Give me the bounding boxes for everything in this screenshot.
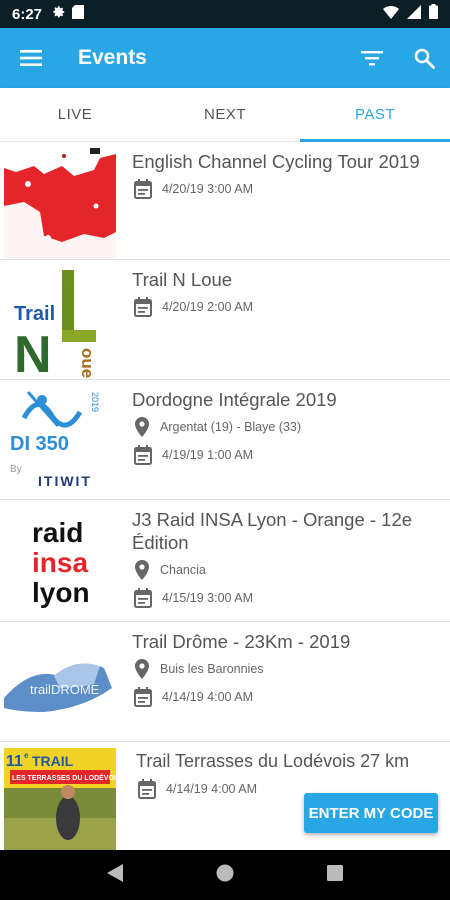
menu-button[interactable]	[0, 28, 62, 88]
enter-my-code-button[interactable]: ENTER MY CODE	[304, 793, 438, 833]
event-row-trail-drome[interactable]: trailDROME Trail Drôme - 23Km - 2019 Bui…	[0, 622, 450, 742]
logo-trail-text: Trail	[14, 303, 55, 325]
status-time: 6:27	[12, 5, 43, 23]
calendar-icon	[134, 297, 152, 317]
event-title: Trail Drôme - 23Km - 2019	[132, 631, 351, 652]
hamburger-menu-icon	[20, 50, 42, 66]
event-thumbnail-trail-n-loue: Trail N L oue	[4, 266, 116, 378]
logo-n-text: N	[14, 326, 52, 378]
logo-di350-text: DI 350	[10, 433, 69, 455]
event-thumbnail-raid-insa: raid insa lyon	[4, 506, 116, 618]
tab-live[interactable]: LIVE	[0, 88, 150, 141]
wifi-icon	[383, 5, 399, 24]
search-icon	[414, 48, 435, 69]
event-date: 4/14/19 4:00 AM	[162, 690, 254, 704]
logo-year-text: 2019	[90, 392, 100, 412]
event-title: Trail Terrasses du Lodévois 27 km	[136, 751, 410, 771]
tab-bar: LIVE NEXT PAST	[0, 88, 450, 142]
event-title: J3 Raid INSA Lyon - Orange - 12e Édition	[132, 509, 413, 553]
logo-by-text: By	[10, 464, 22, 475]
location-pin-icon	[135, 417, 149, 437]
logo-raid-text: raid	[32, 517, 83, 548]
event-thumbnail-dordogne: 2019 DI 350 By ITIWIT	[4, 386, 116, 498]
logo-banner-text: LES TERRASSES DU LODÉVOIS	[12, 773, 116, 782]
logo-sup-text: e	[24, 751, 29, 760]
signal-icon	[407, 4, 421, 24]
event-location: Buis les Baronnies	[160, 662, 264, 676]
calendar-icon	[134, 687, 152, 707]
app-bar: Events	[0, 28, 450, 88]
logo-insa-text: insa	[32, 547, 88, 578]
event-row-dordogne[interactable]: 2019 DI 350 By ITIWIT Dordogne Intégrale…	[0, 380, 450, 500]
home-icon[interactable]	[216, 864, 234, 887]
event-date: 4/19/19 1:00 AM	[162, 448, 254, 462]
logo-trail-text: TRAIL	[32, 753, 74, 769]
tab-past[interactable]: PAST	[300, 88, 450, 142]
recents-icon[interactable]	[327, 864, 344, 886]
status-bar: 6:27	[0, 0, 450, 28]
calendar-icon	[134, 179, 152, 199]
filter-icon	[361, 51, 383, 66]
event-title: English Channel Cycling Tour 2019	[132, 151, 420, 172]
sd-card-icon	[72, 4, 85, 24]
logo-oue-text: oue	[78, 348, 97, 378]
location-pin-icon	[135, 560, 149, 580]
event-date: 4/20/19 2:00 AM	[162, 300, 254, 314]
event-thumbnail-trail-terrasses: 11 e TRAIL LES TERRASSES DU LODÉVOIS	[4, 748, 116, 850]
event-date: 4/15/19 3:00 AM	[162, 591, 254, 605]
event-title: Dordogne Intégrale 2019	[132, 389, 337, 410]
system-nav-bar	[0, 850, 450, 900]
event-title: Trail N Loue	[132, 269, 233, 290]
logo-traildrome-text: trailDROME	[30, 682, 100, 697]
logo-itiwit-text: ITIWIT	[38, 473, 92, 489]
logo-lyon-text: lyon	[32, 577, 90, 608]
location-pin-icon	[135, 659, 149, 679]
battery-icon	[429, 4, 438, 24]
event-list: English Channel Cycling Tour 2019 4/20/1…	[0, 142, 450, 850]
calendar-icon	[134, 588, 152, 608]
event-thumbnail-trail-drome: trailDROME	[4, 628, 116, 740]
event-row-english-channel[interactable]: English Channel Cycling Tour 2019 4/20/1…	[0, 142, 450, 260]
page-title: Events	[78, 46, 147, 69]
event-location: Chancia	[160, 563, 206, 577]
calendar-icon	[134, 445, 152, 465]
event-row-raid-insa[interactable]: raid insa lyon J3 Raid INSA Lyon - Orang…	[0, 500, 450, 622]
search-button[interactable]	[398, 28, 450, 88]
event-row-trail-n-loue[interactable]: Trail N L oue Trail N Loue 4/20/19 2:00 …	[0, 260, 450, 380]
logo-number-text: 11	[6, 753, 23, 770]
calendar-icon	[138, 779, 156, 799]
event-date: 4/14/19 4:00 AM	[166, 782, 258, 796]
filter-button[interactable]	[346, 28, 398, 88]
event-location: Argentat (19) - Blaye (33)	[160, 420, 302, 434]
gear-icon	[52, 5, 66, 24]
event-date: 4/20/19 3:00 AM	[162, 182, 254, 196]
event-thumbnail-map	[4, 146, 116, 258]
tab-next[interactable]: NEXT	[150, 88, 300, 141]
back-icon[interactable]	[106, 863, 123, 887]
